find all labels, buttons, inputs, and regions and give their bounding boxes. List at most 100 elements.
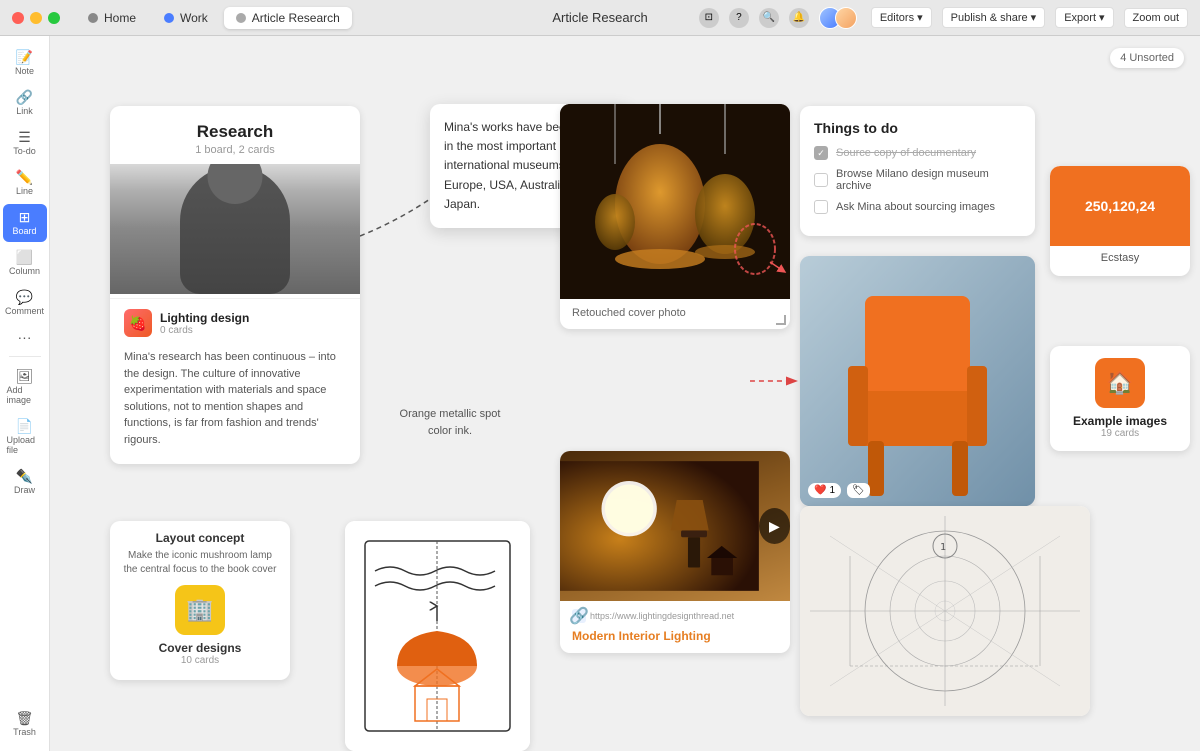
sidebar-item-comment[interactable]: 💬 Comment — [3, 284, 47, 322]
blueprint-card[interactable]: 1 — [800, 506, 1090, 716]
note-icon: 📝 — [16, 50, 33, 64]
sidebar-item-link[interactable]: 🔗 Link — [3, 84, 47, 122]
research-card-header: Research 1 board, 2 cards — [110, 106, 360, 164]
chair-actions: ❤️ 1 🏷 — [808, 483, 870, 498]
example-title: Example images — [1062, 414, 1178, 428]
more-icon: ··· — [18, 330, 32, 344]
todo-text-1: Source copy of documentary — [836, 147, 976, 159]
heart-badge: ❤️ 1 — [808, 483, 841, 498]
todo-check-3[interactable] — [814, 200, 828, 214]
swatch-color-block: 250,120,24 — [1050, 166, 1190, 246]
tab-article-research[interactable]: Article Research — [224, 7, 352, 29]
portrait-image — [110, 164, 360, 294]
layout-concept-card[interactable]: Layout concept Make the iconic mushroom … — [110, 521, 290, 680]
lighting-design-row: 🍓 Lighting design 0 cards — [110, 298, 360, 343]
sidebar-item-draw[interactable]: ✒️ Draw — [3, 463, 47, 501]
unsorted-badge: 4 Unsorted — [1110, 48, 1184, 68]
close-button[interactable] — [12, 12, 24, 24]
canvas[interactable]: 4 Unsorted Research 1 board, 2 cards — [50, 36, 1200, 751]
title-bar: Home Work Article Research Article Resea… — [0, 0, 1200, 36]
editors-button[interactable]: Editors ▾ — [871, 7, 932, 28]
trash-icon: 🗑 — [16, 711, 34, 725]
resize-handle[interactable] — [776, 315, 786, 325]
lamp-card[interactable]: Retouched cover photo — [560, 104, 790, 329]
sidebar-item-board[interactable]: ⊞ Board — [3, 204, 47, 242]
fullscreen-button[interactable] — [48, 12, 60, 24]
research-card[interactable]: Research 1 board, 2 cards 🍓 Lighting des… — [110, 106, 360, 464]
orange-note: Orange metallic spot color ink. — [395, 406, 505, 439]
layout-body: Make the iconic mushroom lamp the centra… — [120, 549, 280, 577]
toolbar-icon-1[interactable]: ⊡ — [699, 8, 719, 28]
sidebar-item-todo[interactable]: ☰ To-do — [3, 124, 47, 162]
sidebar-bottom: 🗑 Trash — [3, 705, 47, 743]
board-icon: ⊞ — [19, 210, 31, 224]
lamp-caption: Retouched cover photo — [560, 299, 790, 329]
todo-item-3: Ask Mina about sourcing images — [814, 200, 1021, 214]
sidebar-item-add-image[interactable]: 🖼 Add image — [3, 363, 47, 411]
tab-home[interactable]: Home — [76, 7, 148, 29]
sidebar: 📝 Note 🔗 Link ☰ To-do ✏️ Line ⊞ Board ⬜ … — [0, 36, 50, 751]
research-subtitle: 1 board, 2 cards — [126, 144, 344, 156]
lighting-design-title: Lighting design — [160, 311, 249, 325]
research-title: Research — [126, 122, 344, 142]
todo-item-1: Source copy of documentary — [814, 146, 1021, 160]
video-title: Modern Interior Lighting — [560, 627, 790, 653]
todo-title: Things to do — [814, 120, 1021, 136]
cover-count: 10 cards — [120, 655, 280, 666]
column-icon: ⬜ — [16, 250, 33, 264]
todo-card[interactable]: Things to do Source copy of documentary … — [800, 106, 1035, 236]
link-icon: 🔗 — [16, 90, 33, 104]
upload-icon: 📄 — [16, 419, 33, 433]
research-body: Mina's research has been continuous – in… — [110, 343, 360, 448]
link-icon-small: 🔗 — [572, 609, 586, 623]
search-icon[interactable]: 🔍 — [759, 8, 779, 28]
comment-icon: 💬 — [16, 290, 33, 304]
sidebar-item-trash[interactable]: 🗑 Trash — [3, 705, 47, 743]
publish-share-button[interactable]: Publish & share ▾ — [942, 7, 1046, 28]
cover-icon: 🏢 — [175, 585, 225, 635]
draw-icon: ✒️ — [16, 469, 33, 483]
todo-check-1[interactable] — [814, 146, 828, 160]
svg-text:1: 1 — [940, 542, 946, 553]
sidebar-item-more[interactable]: ··· — [3, 324, 47, 350]
todo-text-3: Ask Mina about sourcing images — [836, 201, 995, 213]
todo-icon: ☰ — [18, 130, 31, 144]
line-icon: ✏️ — [16, 170, 33, 184]
toolbar-right: ⊡ ? 🔍 🔔 Editors ▾ Publish & share ▾ Expo… — [699, 7, 1188, 29]
example-count: 19 cards — [1062, 428, 1178, 439]
sketch-card[interactable] — [345, 521, 530, 751]
lamp-svg — [560, 104, 790, 299]
tab-work[interactable]: Work — [152, 7, 220, 29]
minimize-button[interactable] — [30, 12, 42, 24]
zoom-out-button[interactable]: Zoom out — [1124, 8, 1188, 28]
sidebar-item-upload[interactable]: 📄 Upload file — [3, 413, 47, 461]
sidebar-item-column[interactable]: ⬜ Column — [3, 244, 47, 282]
lighting-design-subtitle: 0 cards — [160, 325, 249, 336]
swatch-value: 250,120,24 — [1085, 198, 1155, 214]
heart-icon: ❤️ — [814, 485, 826, 496]
page-title: Article Research — [552, 10, 647, 25]
swatch-name: Ecstasy — [1050, 246, 1190, 264]
export-button[interactable]: Export ▾ — [1055, 7, 1113, 28]
sidebar-item-note[interactable]: 📝 Note — [3, 44, 47, 82]
video-url: https://www.lightingdesignthread.net — [590, 611, 734, 621]
layout-title: Layout concept — [120, 531, 280, 545]
lighting-design-icon: 🍓 — [124, 309, 152, 337]
cover-title: Cover designs — [120, 641, 280, 655]
swatch-card[interactable]: 250,120,24 Ecstasy — [1050, 166, 1190, 276]
sidebar-item-line[interactable]: ✏️ Line — [3, 164, 47, 202]
sketch-svg — [345, 521, 530, 751]
example-images-card[interactable]: 🏠 Example images 19 cards — [1050, 346, 1190, 451]
video-card[interactable]: ▶ 🔗 https://www.lightingdesignthread.net… — [560, 451, 790, 653]
chair-card[interactable]: ❤️ 1 🏷 — [800, 256, 1035, 506]
sidebar-separator — [9, 356, 41, 357]
play-button[interactable]: ▶ — [759, 508, 790, 544]
lamp-image — [560, 104, 790, 299]
chair-image: ❤️ 1 🏷 — [800, 256, 1035, 506]
notification-icon[interactable]: 🔔 — [789, 8, 809, 28]
toolbar-icon-2[interactable]: ? — [729, 8, 749, 28]
research-portrait — [110, 164, 360, 294]
avatar-2 — [835, 7, 857, 29]
video-link[interactable]: 🔗 https://www.lightingdesignthread.net — [560, 601, 790, 627]
todo-check-2[interactable] — [814, 173, 828, 187]
